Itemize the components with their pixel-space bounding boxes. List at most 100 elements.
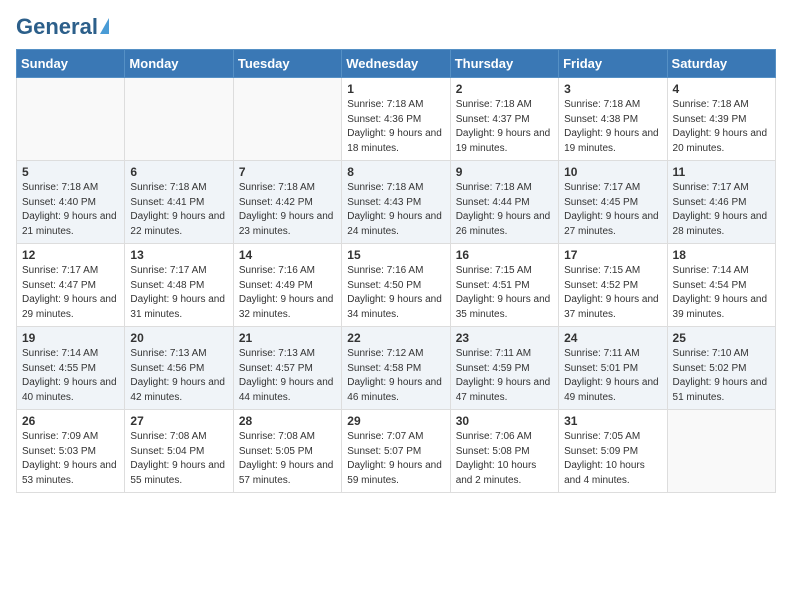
day-info: Sunrise: 7:17 AMSunset: 4:47 PMDaylight:…: [22, 264, 119, 322]
calendar-cell: 10 Sunrise: 7:17 AMSunset: 4:45 PMDayligh…: [559, 161, 667, 244]
calendar-cell: 18 Sunrise: 7:14 AMSunset: 4:54 PMDayligh…: [667, 244, 775, 327]
day-info: Sunrise: 7:06 AMSunset: 5:08 PMDaylight:…: [456, 430, 553, 488]
day-info: Sunrise: 7:15 AMSunset: 4:52 PMDaylight:…: [564, 264, 661, 322]
day-info: Sunrise: 7:14 AMSunset: 4:55 PMDaylight:…: [22, 347, 119, 405]
day-number: 26: [22, 414, 119, 428]
day-number: 28: [239, 414, 336, 428]
calendar-week-row: 12 Sunrise: 7:17 AMSunset: 4:47 PMDayligh…: [17, 244, 776, 327]
day-info: Sunrise: 7:14 AMSunset: 4:54 PMDaylight:…: [673, 264, 770, 322]
calendar-cell: 3Sunrise: 7:18 AMSunset: 4:38 PMDaylight…: [559, 78, 667, 161]
calendar-cell: 2 Sunrise: 7:18 AMSunset: 4:37 PMDaylight…: [450, 78, 558, 161]
calendar-cell: 30 Sunrise: 7:06 AMSunset: 5:08 PMDayligh…: [450, 410, 558, 493]
page-header: General: [16, 16, 776, 39]
day-number: 11: [673, 165, 770, 179]
weekday-header: Sunday: [17, 50, 125, 78]
day-info: Sunrise: 7:15 AMSunset: 4:51 PMDaylight:…: [456, 264, 553, 322]
day-number: 18: [673, 248, 770, 262]
day-info: Sunrise: 7:17 AMSunset: 4:46 PMDaylight:…: [673, 181, 770, 239]
day-info: Sunrise: 7:18 AMSunset: 4:41 PMDaylight:…: [130, 181, 227, 239]
calendar-week-row: 5Sunrise: 7:18 AMSunset: 4:40 PMDaylight…: [17, 161, 776, 244]
day-number: 14: [239, 248, 336, 262]
day-number: 27: [130, 414, 227, 428]
calendar-cell: [17, 78, 125, 161]
calendar-cell: 21 Sunrise: 7:13 AMSunset: 4:57 PMDayligh…: [233, 327, 341, 410]
calendar-cell: 20 Sunrise: 7:13 AMSunset: 4:56 PMDayligh…: [125, 327, 233, 410]
calendar-cell: 26 Sunrise: 7:09 AMSunset: 5:03 PMDayligh…: [17, 410, 125, 493]
day-info: Sunrise: 7:16 AMSunset: 4:49 PMDaylight:…: [239, 264, 336, 322]
day-number: 10: [564, 165, 661, 179]
day-info: Sunrise: 7:18 AMSunset: 4:39 PMDaylight:…: [673, 98, 770, 156]
calendar-cell: 8 Sunrise: 7:18 AMSunset: 4:43 PMDaylight…: [342, 161, 450, 244]
weekday-header: Friday: [559, 50, 667, 78]
day-number: 24: [564, 331, 661, 345]
calendar-cell: 29 Sunrise: 7:07 AMSunset: 5:07 PMDayligh…: [342, 410, 450, 493]
weekday-header: Tuesday: [233, 50, 341, 78]
calendar-week-row: 19Sunrise: 7:14 AMSunset: 4:55 PMDayligh…: [17, 327, 776, 410]
day-info: Sunrise: 7:08 AMSunset: 5:04 PMDaylight:…: [130, 430, 227, 488]
weekday-header: Wednesday: [342, 50, 450, 78]
calendar-cell: 27 Sunrise: 7:08 AMSunset: 5:04 PMDayligh…: [125, 410, 233, 493]
day-number: 13: [130, 248, 227, 262]
day-number: 17: [564, 248, 661, 262]
day-number: 12: [22, 248, 119, 262]
day-info: Sunrise: 7:07 AMSunset: 5:07 PMDaylight:…: [347, 430, 444, 488]
calendar-cell: 15 Sunrise: 7:16 AMSunset: 4:50 PMDayligh…: [342, 244, 450, 327]
calendar-cell: 28Sunrise: 7:08 AMSunset: 5:05 PMDayligh…: [233, 410, 341, 493]
day-info: Sunrise: 7:17 AMSunset: 4:45 PMDaylight:…: [564, 181, 661, 239]
day-info: Sunrise: 7:18 AMSunset: 4:43 PMDaylight:…: [347, 181, 444, 239]
calendar-cell: 19Sunrise: 7:14 AMSunset: 4:55 PMDayligh…: [17, 327, 125, 410]
day-info: Sunrise: 7:13 AMSunset: 4:57 PMDaylight:…: [239, 347, 336, 405]
day-number: 20: [130, 331, 227, 345]
calendar-cell: 25 Sunrise: 7:10 AMSunset: 5:02 PMDayligh…: [667, 327, 775, 410]
day-info: Sunrise: 7:13 AMSunset: 4:56 PMDaylight:…: [130, 347, 227, 405]
day-number: 22: [347, 331, 444, 345]
day-number: 25: [673, 331, 770, 345]
calendar-cell: 13Sunrise: 7:17 AMSunset: 4:48 PMDayligh…: [125, 244, 233, 327]
calendar-header-row: SundayMondayTuesdayWednesdayThursdayFrid…: [17, 50, 776, 78]
day-number: 6: [130, 165, 227, 179]
day-info: Sunrise: 7:18 AMSunset: 4:42 PMDaylight:…: [239, 181, 336, 239]
calendar-cell: [233, 78, 341, 161]
calendar-cell: 1 Sunrise: 7:18 AMSunset: 4:36 PMDaylight…: [342, 78, 450, 161]
day-number: 29: [347, 414, 444, 428]
day-number: 23: [456, 331, 553, 345]
day-info: Sunrise: 7:16 AMSunset: 4:50 PMDaylight:…: [347, 264, 444, 322]
calendar-cell: 11 Sunrise: 7:17 AMSunset: 4:46 PMDayligh…: [667, 161, 775, 244]
day-info: Sunrise: 7:18 AMSunset: 4:36 PMDaylight:…: [347, 98, 444, 156]
day-number: 7: [239, 165, 336, 179]
calendar-cell: 23 Sunrise: 7:11 AMSunset: 4:59 PMDayligh…: [450, 327, 558, 410]
calendar-cell: [667, 410, 775, 493]
calendar-cell: 9 Sunrise: 7:18 AMSunset: 4:44 PMDaylight…: [450, 161, 558, 244]
day-number: 9: [456, 165, 553, 179]
day-info: Sunrise: 7:11 AMSunset: 5:01 PMDaylight:…: [564, 347, 661, 405]
calendar-cell: 17 Sunrise: 7:15 AMSunset: 4:52 PMDayligh…: [559, 244, 667, 327]
calendar-cell: 31Sunrise: 7:05 AMSunset: 5:09 PMDayligh…: [559, 410, 667, 493]
day-number: 16: [456, 248, 553, 262]
calendar-table: SundayMondayTuesdayWednesdayThursdayFrid…: [16, 49, 776, 493]
calendar-cell: 6 Sunrise: 7:18 AMSunset: 4:41 PMDaylight…: [125, 161, 233, 244]
calendar-cell: 4 Sunrise: 7:18 AMSunset: 4:39 PMDaylight…: [667, 78, 775, 161]
day-info: Sunrise: 7:18 AMSunset: 4:44 PMDaylight:…: [456, 181, 553, 239]
day-number: 8: [347, 165, 444, 179]
day-info: Sunrise: 7:05 AMSunset: 5:09 PMDaylight:…: [564, 430, 661, 488]
calendar-cell: 24 Sunrise: 7:11 AMSunset: 5:01 PMDayligh…: [559, 327, 667, 410]
day-info: Sunrise: 7:11 AMSunset: 4:59 PMDaylight:…: [456, 347, 553, 405]
day-number: 15: [347, 248, 444, 262]
calendar-cell: 12 Sunrise: 7:17 AMSunset: 4:47 PMDayligh…: [17, 244, 125, 327]
calendar-cell: 14 Sunrise: 7:16 AMSunset: 4:49 PMDayligh…: [233, 244, 341, 327]
logo-general: General: [16, 16, 98, 38]
day-info: Sunrise: 7:18 AMSunset: 4:37 PMDaylight:…: [456, 98, 553, 156]
day-info: Sunrise: 7:12 AMSunset: 4:58 PMDaylight:…: [347, 347, 444, 405]
calendar-cell: 7 Sunrise: 7:18 AMSunset: 4:42 PMDaylight…: [233, 161, 341, 244]
weekday-header: Thursday: [450, 50, 558, 78]
day-number: 5: [22, 165, 119, 179]
day-number: 1: [347, 82, 444, 96]
day-number: 4: [673, 82, 770, 96]
day-number: 30: [456, 414, 553, 428]
day-number: 3: [564, 82, 661, 96]
day-number: 21: [239, 331, 336, 345]
day-info: Sunrise: 7:09 AMSunset: 5:03 PMDaylight:…: [22, 430, 119, 488]
calendar-cell: 5Sunrise: 7:18 AMSunset: 4:40 PMDaylight…: [17, 161, 125, 244]
day-number: 2: [456, 82, 553, 96]
day-info: Sunrise: 7:10 AMSunset: 5:02 PMDaylight:…: [673, 347, 770, 405]
